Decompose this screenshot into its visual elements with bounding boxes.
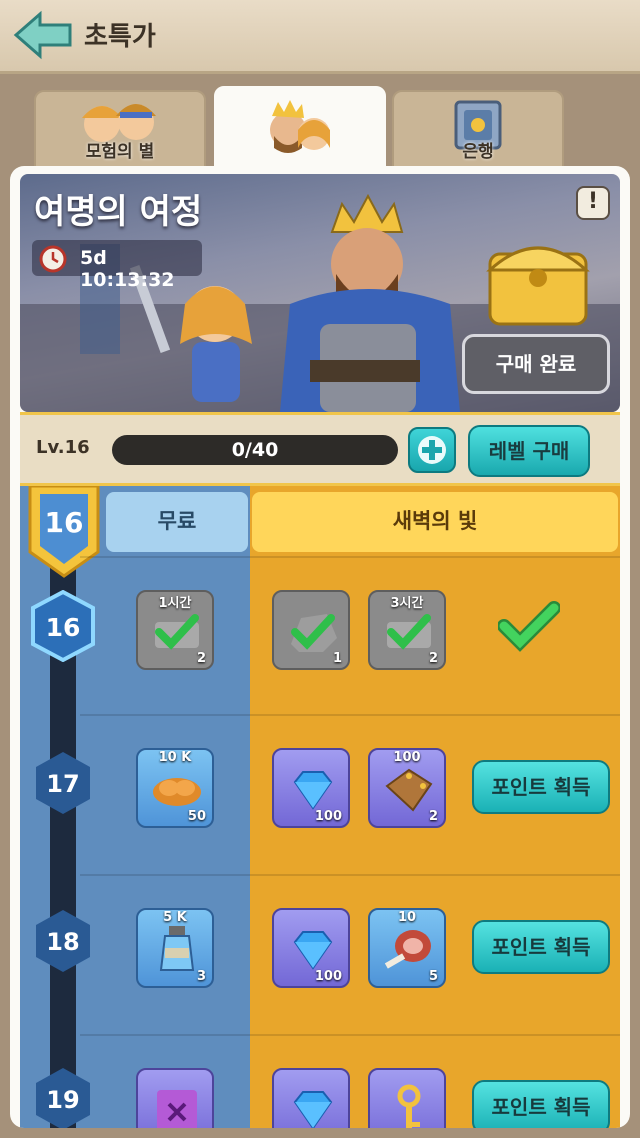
reward-slot-premium-17-a[interactable]: 100 bbox=[272, 748, 350, 828]
event-title: 여명의 여정 bbox=[34, 192, 203, 232]
key-icon bbox=[397, 1084, 421, 1128]
row-divider bbox=[80, 714, 620, 716]
free-column-header: 무료 bbox=[106, 492, 248, 552]
reward-count: 5 bbox=[428, 969, 438, 984]
purchase-complete-button[interactable]: 구매 완료 bbox=[462, 334, 610, 394]
reward-slot-free-16[interactable]: 1시간 2 bbox=[136, 590, 214, 670]
reward-count: 3 bbox=[196, 969, 206, 984]
tab-journey[interactable] bbox=[214, 86, 386, 176]
reward-count: 100 bbox=[314, 969, 342, 984]
event-timer: 5d 10:13:32 bbox=[32, 240, 202, 291]
reward-track: 16 무료 새벽의 빛 16 1시간 2 1 3시간 2 17 10 K 50 … bbox=[20, 486, 620, 1128]
reward-count: 1 bbox=[332, 651, 342, 666]
tab-bank[interactable]: 은행 bbox=[392, 90, 564, 168]
level-number: 16 bbox=[46, 613, 81, 642]
row-divider bbox=[80, 556, 620, 558]
level-number: 19 bbox=[46, 1086, 79, 1114]
premium-column-header: 새벽의 빛 bbox=[252, 492, 618, 552]
tab-adventure-star[interactable]: 모험의 별 bbox=[34, 90, 206, 168]
earn-points-button[interactable]: 포인트 획득 bbox=[472, 760, 610, 814]
level-number: 18 bbox=[46, 928, 79, 956]
reward-slot-free-17[interactable]: 10 K 50 bbox=[136, 748, 214, 828]
gem-icon bbox=[293, 1091, 333, 1128]
row-divider bbox=[80, 1034, 620, 1036]
level-progress-bar: 0/40 bbox=[112, 435, 398, 465]
journey-panel: 여명의 여정 5d 10:13:32 ! 구매 완료 Lv.16 0/40 레벨… bbox=[10, 166, 630, 1128]
level-label: Lv.16 bbox=[36, 437, 90, 458]
reward-slot-premium-18-b[interactable]: 10 5 bbox=[368, 908, 446, 988]
level-node: 18 bbox=[36, 910, 90, 972]
king-and-queen-icon bbox=[270, 100, 330, 153]
event-banner: 여명의 여정 5d 10:13:32 ! 구매 완료 bbox=[20, 174, 620, 412]
back-arrow-icon[interactable] bbox=[12, 10, 74, 60]
add-points-button[interactable] bbox=[408, 427, 456, 473]
row-divider bbox=[80, 874, 620, 876]
reward-slot-premium-19-b[interactable] bbox=[368, 1068, 446, 1128]
tab-label: 은행 bbox=[462, 142, 494, 162]
progress-text: 0/40 bbox=[231, 439, 279, 461]
page-title: 초특가 bbox=[84, 22, 156, 52]
top-bar: 초특가 bbox=[0, 0, 640, 74]
reward-slot-free-19[interactable] bbox=[136, 1068, 214, 1128]
reward-count: 2 bbox=[428, 651, 438, 666]
current-level-text: 16 bbox=[45, 506, 84, 539]
timer-text: 5d 10:13:32 bbox=[80, 247, 175, 291]
reward-slot-premium-16-b[interactable]: 3시간 2 bbox=[368, 590, 446, 670]
reward-count: 50 bbox=[187, 809, 206, 824]
tab-label: 모험의 별 bbox=[85, 142, 155, 162]
scroll-icon bbox=[157, 1090, 197, 1128]
reward-count: 2 bbox=[196, 651, 206, 666]
reward-slot-premium-18-a[interactable]: 100 bbox=[272, 908, 350, 988]
level-node: 19 bbox=[36, 1068, 90, 1128]
plus-icon bbox=[418, 436, 446, 464]
claimed-check-icon bbox=[498, 601, 560, 652]
info-button[interactable]: ! bbox=[576, 186, 610, 220]
reward-slot-premium-17-b[interactable]: 100 2 bbox=[368, 748, 446, 828]
reward-slot-premium-19-a[interactable] bbox=[272, 1068, 350, 1128]
level-node-current: 16 bbox=[31, 590, 95, 662]
level-node: 17 bbox=[36, 752, 90, 814]
clock-icon bbox=[39, 245, 67, 273]
reward-slot-free-18[interactable]: 5 K 3 bbox=[136, 908, 214, 988]
earn-points-button[interactable]: 포인트 획득 bbox=[472, 920, 610, 974]
reward-slot-premium-16-a[interactable]: 1 bbox=[272, 590, 350, 670]
reward-count: 2 bbox=[428, 809, 438, 824]
level-bar: Lv.16 0/40 레벨 구매 bbox=[20, 412, 620, 486]
current-level-badge: 16 bbox=[28, 486, 100, 578]
earn-points-button[interactable]: 포인트 획득 bbox=[472, 1080, 610, 1128]
reward-count: 100 bbox=[314, 809, 342, 824]
buy-level-button[interactable]: 레벨 구매 bbox=[468, 425, 590, 477]
level-number: 17 bbox=[46, 770, 79, 798]
